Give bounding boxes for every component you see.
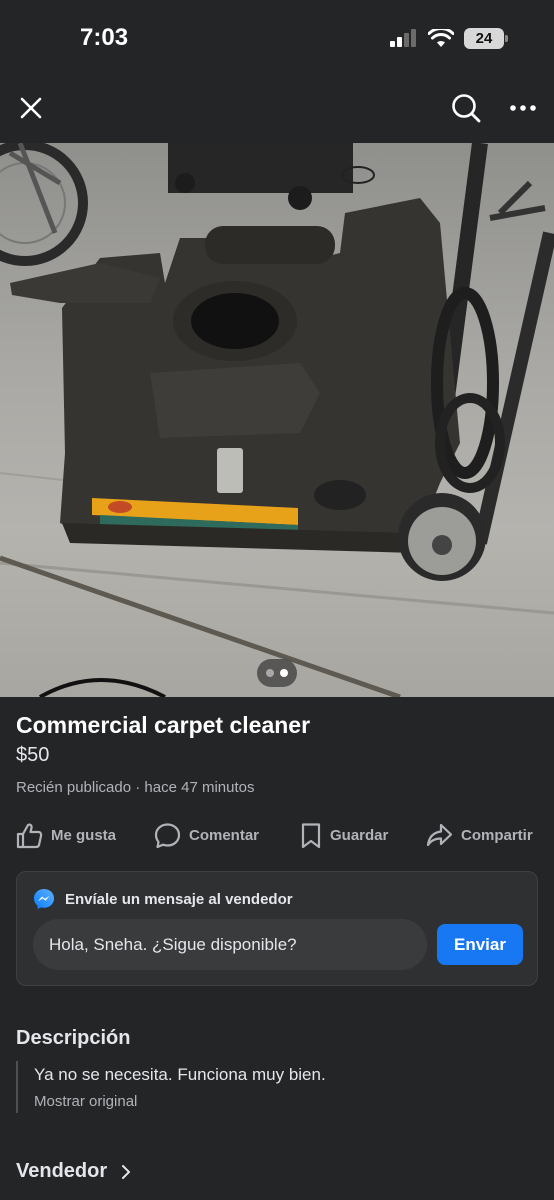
share-label: Compartir — [461, 826, 533, 844]
pager-dot — [266, 669, 274, 677]
chevron-right-icon — [122, 1164, 131, 1179]
description-block: Ya no se necesita. Funciona muy bien. Mo… — [16, 1061, 516, 1113]
comment-label: Comentar — [189, 826, 260, 844]
message-input[interactable]: Hola, Sneha. ¿Sigue disponible? — [33, 919, 427, 970]
status-time: 7:03 — [80, 24, 129, 51]
like-label: Me gusta — [51, 826, 117, 844]
message-header-text: Envíale un mensaje al vendedor — [65, 890, 293, 908]
status-bar: 7:03 24 — [0, 0, 554, 76]
message-input-value: Hola, Sneha. ¿Sigue disponible? — [49, 934, 297, 954]
bookmark-icon — [301, 822, 321, 848]
seller-heading: Vendedor — [16, 1160, 108, 1182]
more-icon — [510, 105, 536, 111]
show-original-link[interactable]: Mostrar original — [34, 1093, 516, 1110]
share-button[interactable]: Compartir — [426, 812, 533, 858]
description-heading: Descripción — [16, 1027, 131, 1049]
comment-button[interactable]: Comentar — [154, 812, 259, 858]
battery-level: 24 — [475, 29, 493, 47]
seller-section[interactable]: Vendedor — [16, 1160, 131, 1183]
save-label: Guardar — [330, 826, 389, 844]
like-icon — [16, 823, 43, 848]
close-button[interactable] — [11, 88, 51, 128]
search-button[interactable] — [446, 88, 486, 128]
share-icon — [426, 823, 453, 846]
like-button[interactable]: Me gusta — [16, 812, 116, 858]
close-icon — [20, 97, 42, 119]
message-seller-card: Envíale un mensaje al vendedor Hola, Sne… — [16, 871, 538, 986]
listing-photo[interactable] — [0, 143, 554, 697]
comment-icon — [154, 822, 181, 848]
signal-icon — [390, 29, 416, 47]
save-button[interactable]: Guardar — [300, 812, 388, 858]
more-button[interactable] — [503, 88, 543, 128]
action-bar: Me gusta Comentar Guardar Compartir — [0, 812, 554, 858]
search-icon — [452, 94, 481, 123]
listing-title: Commercial carpet cleaner — [16, 712, 311, 738]
top-nav — [0, 76, 554, 142]
send-button[interactable]: Enviar — [437, 924, 523, 965]
photo-pager[interactable] — [257, 659, 297, 687]
battery-indicator: 24 — [464, 27, 508, 49]
message-header: Envíale un mensaje al vendedor — [33, 888, 293, 910]
messenger-icon — [34, 889, 54, 909]
status-icons: 24 — [390, 26, 508, 50]
wifi-icon — [428, 28, 454, 47]
listing-price: $50 — [16, 744, 50, 766]
pager-dot-active — [280, 669, 288, 677]
listing-posted-time: Recién publicado · hace 47 minutos — [16, 779, 255, 796]
carpet-cleaner-image — [0, 143, 554, 697]
description-text: Ya no se necesita. Funciona muy bien. — [34, 1065, 326, 1084]
